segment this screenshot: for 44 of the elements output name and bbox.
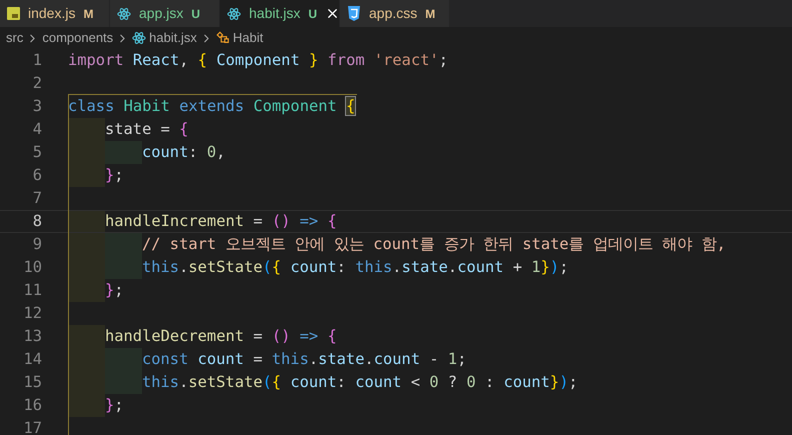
code-line: this.setState({ count: count < 0 ? 0 : count}); <box>142 372 578 393</box>
line-number: 15 <box>22 372 42 393</box>
breadcrumb-item[interactable]: src <box>6 28 24 48</box>
breadcrumb-item[interactable]: habit.jsx <box>149 28 197 48</box>
line-number: 4 <box>32 118 42 140</box>
line-number: 5 <box>32 142 42 163</box>
line-number: 6 <box>32 164 42 186</box>
editor-tab[interactable]: habit.jsx U <box>220 0 340 27</box>
code-line: this.setState({ count: this.state.count + 1}); <box>142 256 568 278</box>
code-line: state = { <box>105 118 188 140</box>
line-number: 16 <box>22 394 42 416</box>
line-number: 2 <box>32 72 42 94</box>
code-line: import React, { Component } from 'react'; <box>68 50 448 71</box>
line-number: 1 <box>32 50 42 71</box>
line-number: 17 <box>22 418 42 435</box>
atom-icon <box>117 6 131 20</box>
line-number: 14 <box>22 348 42 370</box>
file-icon <box>7 7 20 20</box>
line-number: 13 <box>22 326 42 347</box>
code-line: }; <box>105 164 124 186</box>
code-line: const count = this.state.count - 1; <box>142 348 466 370</box>
editor-tab[interactable]: app.css M <box>340 0 450 27</box>
line-number: 12 <box>22 302 42 324</box>
atom-icon <box>227 6 241 20</box>
code-line: }; <box>105 394 124 416</box>
line-number: 10 <box>22 256 42 278</box>
code-line: count: 0, <box>142 142 226 163</box>
editor-tab[interactable]: index.js M <box>0 0 110 27</box>
code-line: handleDecrement = () => { <box>105 326 337 347</box>
class-symbol-icon <box>216 31 230 45</box>
line-number: 11 <box>22 280 42 301</box>
line-number: 9 <box>32 234 42 255</box>
breadcrumb-item[interactable]: Habit <box>232 28 264 48</box>
line-number: 8 <box>32 210 42 232</box>
code-line: class Habit extends Component { <box>68 96 356 117</box>
line-number: 7 <box>32 188 42 209</box>
breadcrumb-item[interactable]: components <box>42 28 114 48</box>
atom-icon <box>132 31 146 45</box>
line-number: 3 <box>32 96 42 117</box>
code-line: handleIncrement = () => { <box>105 210 337 232</box>
editor-tab[interactable]: app.jsx U <box>110 0 220 27</box>
file-icon <box>347 6 361 21</box>
code-line: }; <box>105 280 124 301</box>
code-line: // start 오브젝트 안에 있는 count를 증가 한뒤 state를 업데이트 해야 함, <box>142 234 726 255</box>
